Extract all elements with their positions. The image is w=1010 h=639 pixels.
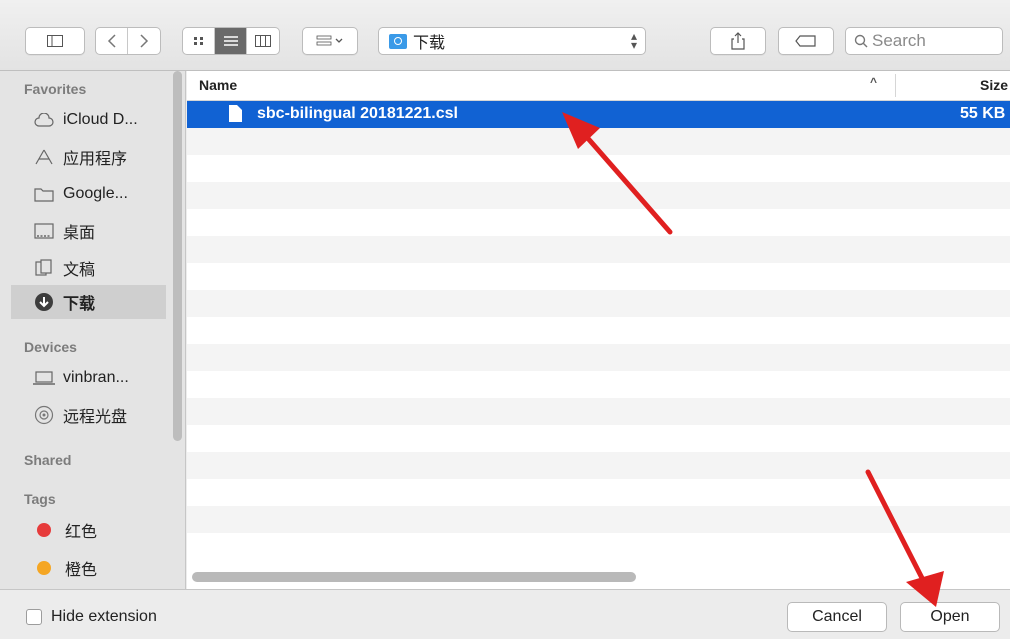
bottom-bar: Hide extension Cancel Open [0,589,1010,639]
column-header-size[interactable]: Size [980,77,1008,93]
search-placeholder: Search [872,31,926,50]
sidebar-item-label: 下载 [63,296,96,313]
hide-extension-checkbox[interactable]: Hide extension [26,608,157,626]
folder-icon [33,183,55,205]
sidebar-item-google[interactable]: Google... [11,177,166,211]
tag-icon [795,35,816,47]
empty-row [187,533,1010,560]
toolbar: 下载 ▴ ▾ Search [0,0,1010,71]
empty-row [187,479,1010,506]
applications-icon [33,146,55,168]
chevron-left-icon [107,34,116,48]
empty-row [187,506,1010,533]
sidebar-item-tag-orange[interactable]: 橙色 [11,551,166,585]
arrange-grid-icon [316,35,343,46]
horizontal-scrollbar[interactable] [192,572,636,582]
empty-row [187,182,1010,209]
columns-icon [255,35,271,47]
empty-row [187,344,1010,371]
empty-row [187,236,1010,263]
checkbox-box[interactable] [26,609,42,625]
sidebar-item-applications[interactable]: 应用程序 [11,140,166,174]
empty-row [187,371,1010,398]
sidebar-scrollbar[interactable] [173,71,182,441]
documents-icon [33,257,55,279]
cloud-icon [33,109,55,131]
tag-dot-icon [37,561,51,575]
table-row[interactable]: sbc-bilingual 20181221.csl 55 KB [187,101,1010,128]
sidebar-item-label: 桌面 [63,225,96,242]
file-list: Name ^ Size sbc-bilingual 20181221.csl 5… [187,71,1010,589]
arrange-button[interactable] [302,27,358,55]
empty-row [187,425,1010,452]
sidebar-item-remote-disc[interactable]: 远程光盘 [11,398,166,432]
cancel-button[interactable]: Cancel [787,602,887,632]
sidebar-item-tag-red[interactable]: 红色 [11,513,166,547]
tag-dot-icon [37,523,51,537]
open-button[interactable]: Open [900,602,1000,632]
rows: sbc-bilingual 20181221.csl 55 KB [187,101,1010,560]
sidebar-item-label: 橙色 [65,562,98,579]
share-button[interactable] [710,27,766,55]
empty-row [187,452,1010,479]
grid-icon [193,37,203,45]
location-popup[interactable]: 下载 ▴ ▾ [378,27,646,55]
column-view-button[interactable] [247,28,279,54]
hide-extension-label: Hide extension [51,608,157,625]
disc-icon [33,404,55,426]
sidebar-item-label: 红色 [65,524,98,541]
icon-view-button[interactable] [183,28,215,54]
sidebar-item-label: Google... [63,185,128,202]
desktop-icon [33,220,55,242]
shared-heading: Shared [24,452,72,468]
empty-row [187,317,1010,344]
sidebar: Favorites iCloud D... 应用程序 Google... 桌面 … [0,71,186,589]
laptop-icon [33,367,55,389]
downloads-icon [33,291,55,313]
column-header-name[interactable]: Name [199,77,237,93]
empty-row [187,290,1010,317]
sidebar-item-desktop[interactable]: 桌面 [11,214,166,248]
list-header: Name ^ Size [187,71,1010,101]
forward-button[interactable] [128,28,160,54]
devices-heading: Devices [24,339,77,355]
share-icon [731,32,745,50]
view-mode-segment [182,27,280,55]
tags-heading: Tags [24,491,56,507]
sort-ascending-icon: ^ [870,75,878,89]
empty-row [187,128,1010,155]
column-separator[interactable] [895,74,896,97]
back-button[interactable] [96,28,128,54]
document-icon [229,105,242,122]
location-label: 下载 [413,35,446,52]
list-view-button[interactable] [215,28,247,54]
empty-row [187,398,1010,425]
sidebar-item-icloud[interactable]: iCloud D... [11,103,166,137]
sidebar-item-label: iCloud D... [63,111,138,128]
chevron-right-icon [140,34,149,48]
empty-row [187,155,1010,182]
empty-row [187,209,1010,236]
favorites-heading: Favorites [24,81,87,97]
file-name: sbc-bilingual 20181221.csl [257,105,458,122]
sidebar-item-documents[interactable]: 文稿 [11,251,166,285]
sidebar-toggle-button[interactable] [25,27,85,55]
nav-buttons [95,27,161,55]
sidebar-item-label: 应用程序 [63,151,128,168]
sidebar-item-label: 远程光盘 [63,409,128,426]
sidebar-item-label: 文稿 [63,262,96,279]
search-icon [854,34,868,48]
tag-button[interactable] [778,27,834,55]
sidebar-icon [47,35,63,47]
sidebar-item-label: vinbran... [63,369,129,386]
search-field[interactable]: Search [845,27,1003,55]
list-icon [223,36,238,46]
file-size: 55 KB [960,105,1006,122]
sidebar-item-laptop[interactable]: vinbran... [11,361,166,395]
downloads-folder-icon [389,33,407,49]
empty-row [187,263,1010,290]
sidebar-item-downloads[interactable]: 下载 [11,285,166,319]
updown-chevron-icon: ▴ ▾ [630,29,637,52]
